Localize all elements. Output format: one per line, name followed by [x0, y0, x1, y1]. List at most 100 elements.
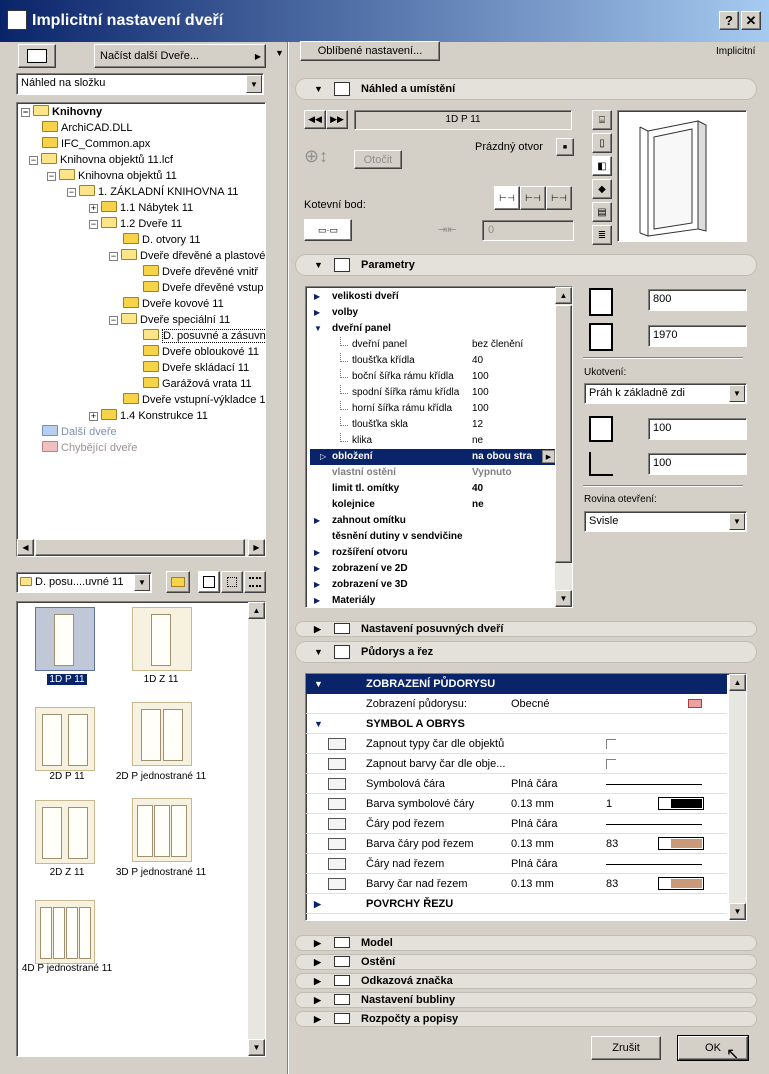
- load-more-doors-button[interactable]: Načíst další Dveře... ▶: [94, 44, 266, 68]
- thumbnail-2dp-jedno[interactable]: [132, 702, 192, 766]
- arrow-up-icon[interactable]: ▲: [555, 287, 572, 304]
- color-swatch[interactable]: [658, 797, 704, 810]
- parameter-row[interactable]: klika ne: [310, 433, 558, 449]
- help-button[interactable]: ?: [719, 11, 739, 30]
- expand-triangle-icon[interactable]: ▶: [314, 513, 320, 529]
- arrow-up-icon[interactable]: ▲: [729, 674, 746, 691]
- object-thumbnails[interactable]: 1D P 11 1D Z 11 2D P 11 2D P jednostrané…: [16, 601, 266, 1057]
- anchor-center-button[interactable]: ⊢⊣: [520, 186, 546, 210]
- chevron-down-icon[interactable]: ▼: [729, 385, 745, 402]
- tree-horizontal-scrollbar[interactable]: ◀ ▶: [17, 539, 265, 556]
- parameter-row[interactable]: ▼ dveřní panel: [310, 321, 558, 337]
- thumbnails-scrollbar[interactable]: ▲ ▼: [248, 602, 265, 1056]
- tree-item[interactable]: − Knihovny: [21, 104, 102, 120]
- arrow-down-icon[interactable]: ▼: [555, 590, 572, 607]
- rotate-button[interactable]: Otočit: [354, 150, 402, 169]
- grid-header[interactable]: ▼ ZOBRAZENÍ PŮDORYSU: [306, 674, 727, 694]
- tree-item[interactable]: Dveře skládací 11: [143, 360, 249, 376]
- tree-item[interactable]: − Dveře dřevěné a plastové: [109, 248, 265, 264]
- arrow-left-icon[interactable]: ◀: [17, 539, 34, 556]
- tree-item[interactable]: ArchiCAD.DLL: [42, 120, 133, 136]
- thumbnail-1dp[interactable]: [35, 607, 95, 671]
- tree-item[interactable]: −1. ZÁKLADNÍ KNIHOVNA 11: [67, 184, 238, 200]
- section-model[interactable]: ▶ Model: [295, 935, 757, 951]
- collapse-triangle-icon[interactable]: ▼: [314, 321, 322, 337]
- panel-divider[interactable]: [287, 42, 289, 1074]
- tree-item[interactable]: − Knihovna objektů 11.lcf: [29, 152, 173, 168]
- parameter-row[interactable]: spodní šířka rámu křídla 100: [310, 385, 558, 401]
- checkbox[interactable]: [606, 759, 616, 769]
- parameter-row[interactable]: limit tl. omítky 40: [310, 481, 558, 497]
- parameter-row[interactable]: tloušťka křídla 40: [310, 353, 558, 369]
- tree-item[interactable]: +1.1 Nábytek 11: [89, 200, 193, 216]
- chevron-down-icon[interactable]: ▼: [729, 513, 745, 530]
- tree-item[interactable]: Další dveře: [42, 424, 117, 440]
- view-select[interactable]: Náhled na složku ▼: [16, 73, 264, 95]
- large-icons-button[interactable]: [198, 571, 220, 593]
- favorites-button[interactable]: Oblíbené nastavení...: [300, 41, 440, 61]
- arrow-up-icon[interactable]: ▲: [248, 602, 265, 619]
- parameter-row[interactable]: vlastní ostění Vypnuto: [310, 465, 558, 481]
- tree-item[interactable]: Dveře dřevěné vstup: [143, 280, 264, 296]
- section-sliding[interactable]: ▶ Nastavení posuvných dveří: [295, 621, 757, 637]
- parameter-row[interactable]: ▶ Materiály: [310, 593, 558, 607]
- floorplan-grid[interactable]: ▼ ZOBRAZENÍ PŮDORYSU Zobrazení půdorysu:…: [305, 673, 747, 921]
- thumbnail-1dz[interactable]: [132, 607, 192, 671]
- parameter-row[interactable]: ▶ zahnout omítku: [310, 513, 558, 529]
- view-list-button[interactable]: ≣: [592, 225, 612, 245]
- sill-offset-field[interactable]: 100: [648, 453, 747, 475]
- sill-height-field[interactable]: 100: [648, 418, 747, 440]
- small-icons-button[interactable]: [221, 571, 243, 593]
- tree-item[interactable]: Dveře dřevěné vnitř: [143, 264, 258, 280]
- tree-item[interactable]: − Dveře speciální 11: [109, 312, 230, 328]
- parameter-row[interactable]: ▶ rozšíření otvoru: [310, 545, 558, 561]
- thumbnail-3dp-jedno[interactable]: [132, 798, 192, 862]
- floorplan-row[interactable]: Barva symbolové čáry 0.13 mm 1: [306, 794, 727, 814]
- empty-opening-checkbox[interactable]: ■: [556, 138, 574, 156]
- view-front-button[interactable]: ▤: [592, 202, 612, 222]
- panel-collapse-icon[interactable]: ▼: [275, 48, 284, 58]
- section-bubble[interactable]: ▶ Nastavení bubliny: [295, 992, 757, 1008]
- width-field[interactable]: 800: [648, 289, 747, 311]
- section-preview[interactable]: ▼ Náhled a umístění: [295, 78, 757, 100]
- anchoring-select[interactable]: Práh k základně zdi ▼: [584, 383, 747, 404]
- parameters-scrollbar[interactable]: ▲ ▼: [555, 287, 572, 607]
- view-mode-button[interactable]: [18, 44, 56, 68]
- cancel-button[interactable]: Zrušit: [591, 1036, 661, 1060]
- expand-triangle-icon[interactable]: ▶: [314, 577, 320, 593]
- parameter-row[interactable]: těsnění dutiny v sendvičine: [310, 529, 558, 545]
- floorplan-row[interactable]: ▶ POVRCHY ŘEZU: [306, 894, 727, 914]
- eraser-icon[interactable]: [688, 699, 702, 708]
- floorplan-row[interactable]: ▼ SYMBOL A OBRYS: [306, 714, 727, 734]
- thumbnail-4dp-jedno[interactable]: [35, 900, 95, 964]
- tree-item[interactable]: Dveře kovové 11: [123, 296, 224, 312]
- arrow-down-icon[interactable]: ▼: [729, 903, 746, 920]
- expand-triangle-icon[interactable]: ▷: [320, 449, 326, 465]
- tree-item[interactable]: Dveře obloukové 11: [143, 344, 259, 360]
- view-plan-button[interactable]: ⌸: [592, 110, 612, 130]
- scroll-thumb[interactable]: [35, 539, 245, 556]
- expand-triangle-icon[interactable]: ▶: [314, 545, 320, 561]
- thumbnail-2dz[interactable]: [35, 800, 95, 864]
- arrow-down-icon[interactable]: ▼: [248, 1039, 265, 1056]
- section-reveal[interactable]: ▶ Ostění: [295, 954, 757, 970]
- parameter-row[interactable]: ▶ zobrazení ve 2D: [310, 561, 558, 577]
- parameter-row[interactable]: tloušťka skla 12: [310, 417, 558, 433]
- tree-item[interactable]: Garážová vrata 11: [143, 376, 252, 392]
- floorplan-row[interactable]: Symbolová čára Plná čára: [306, 774, 727, 794]
- folder-select[interactable]: D. posu....uvné 11 ▼: [16, 572, 152, 593]
- anchor-left-button[interactable]: ⊢⊣: [494, 186, 520, 210]
- parameter-row[interactable]: kolejnice ne: [310, 497, 558, 513]
- view-axon-button[interactable]: ◧: [592, 156, 612, 176]
- color-swatch[interactable]: [658, 837, 704, 850]
- view-3d-button[interactable]: ◆: [592, 179, 612, 199]
- next-object-button[interactable]: ▶▶: [326, 110, 348, 129]
- tree-item[interactable]: +1.4 Konstrukce 11: [89, 408, 208, 424]
- folder-up-button[interactable]: [166, 571, 190, 593]
- tree-item[interactable]: D. otvory 11: [123, 232, 201, 248]
- thumbnail-2dp[interactable]: [35, 707, 95, 771]
- section-floorplan[interactable]: ▼ Půdorys a řez: [295, 641, 757, 663]
- parameter-row[interactable]: boční šířka rámu křídla 100: [310, 369, 558, 385]
- checkbox[interactable]: [606, 739, 616, 749]
- parameter-row[interactable]: ▷ ▶ obložení na obou stra: [310, 449, 558, 465]
